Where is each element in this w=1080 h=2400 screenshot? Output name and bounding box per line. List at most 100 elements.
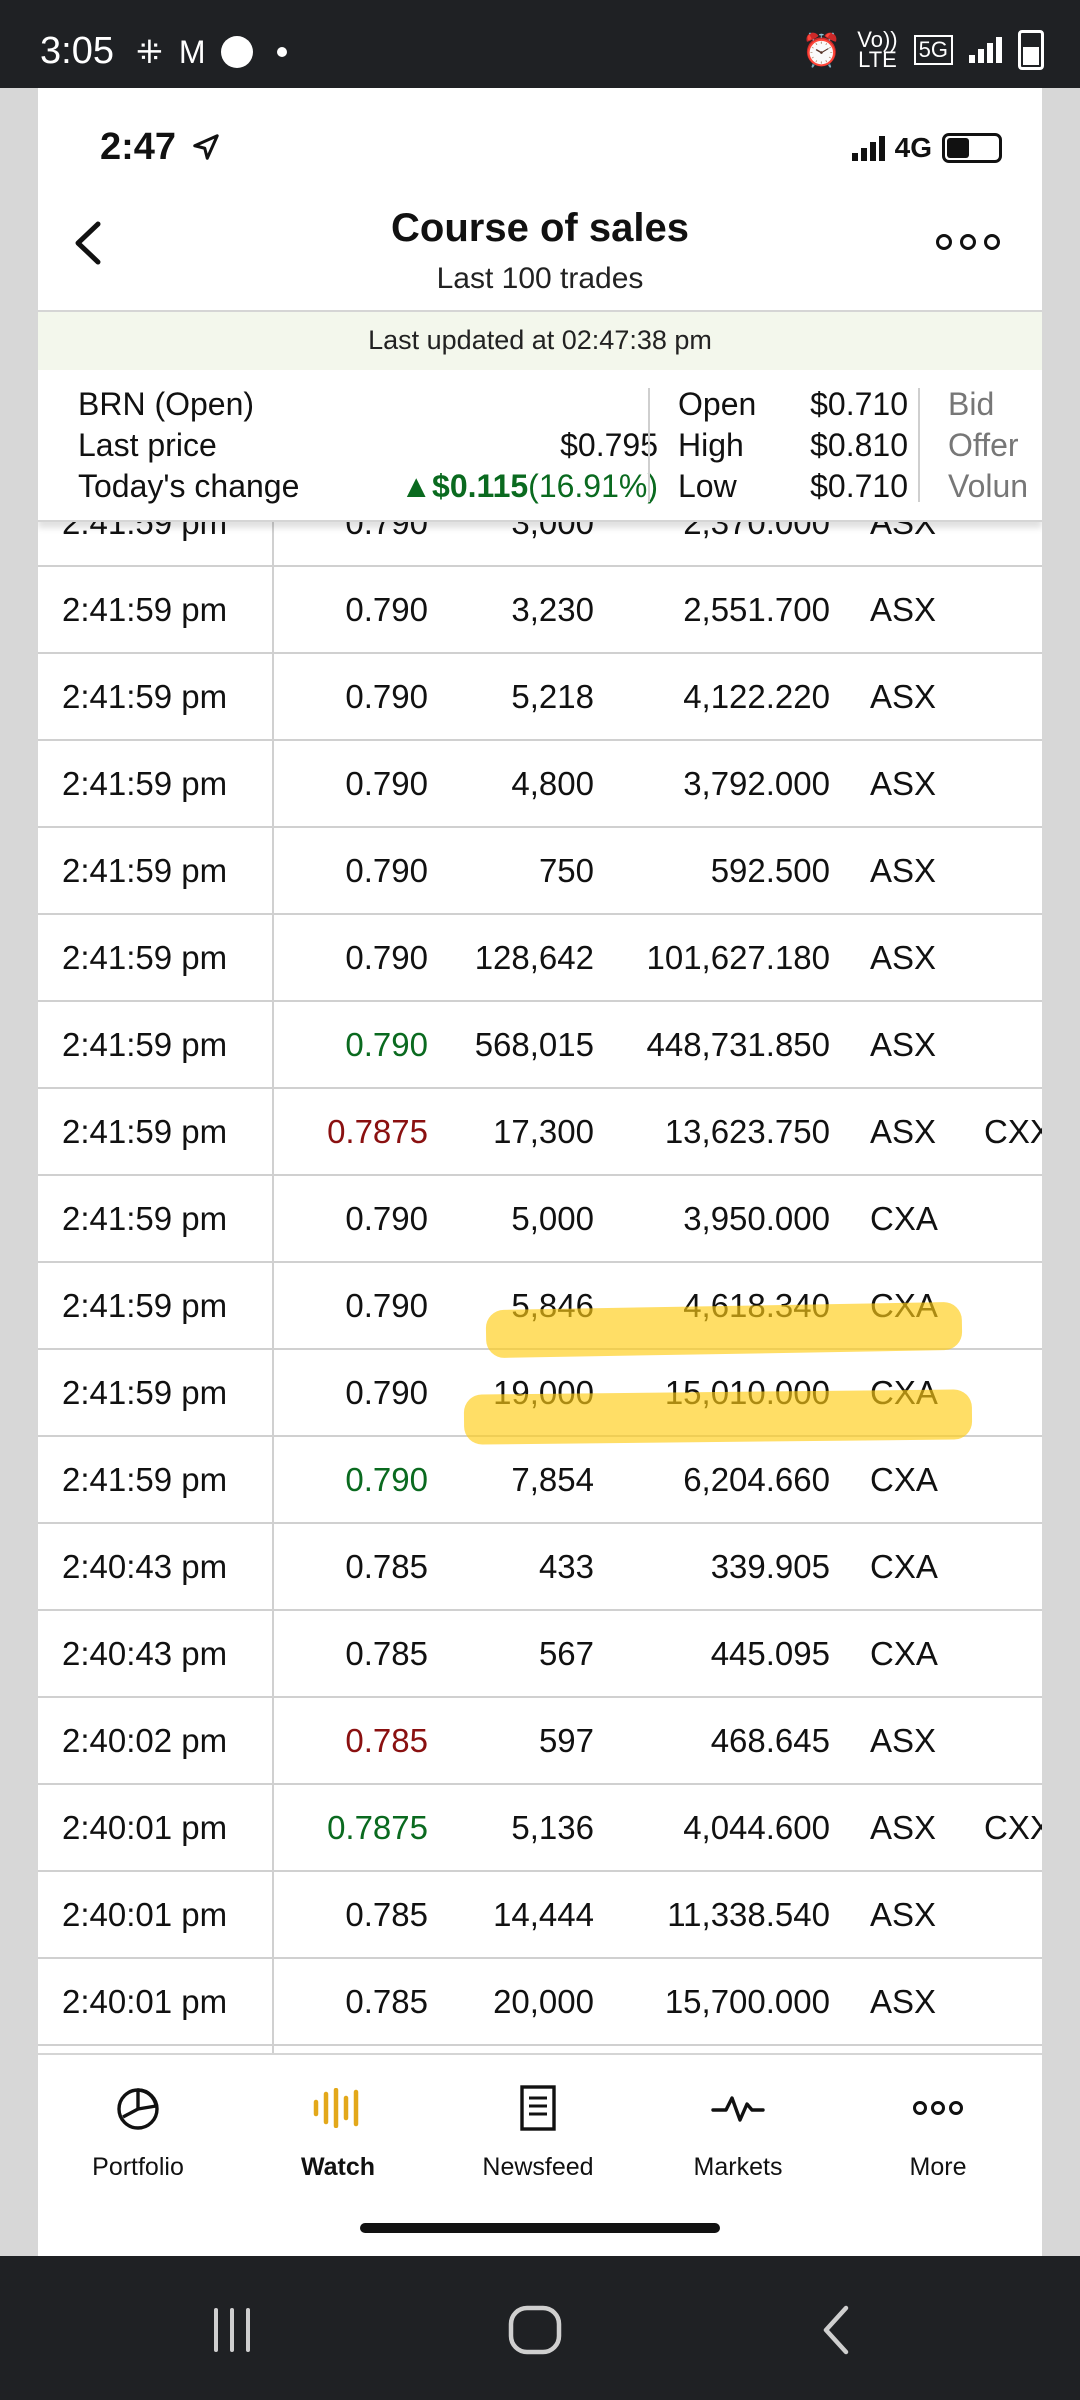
trade-value: 445.095 — [710, 1635, 830, 1672]
trade-value: 4,122.220 — [683, 678, 830, 715]
trade-price: 0.790 — [345, 591, 428, 628]
trade-volume: 4,800 — [511, 765, 594, 802]
trade-market: CXA — [870, 1200, 938, 1237]
ios-clock: 2:47 — [100, 126, 221, 169]
tab-label: More — [909, 2153, 967, 2181]
trade-market: ASX — [870, 1896, 937, 1933]
tab-newsfeed[interactable]: Newsfeed — [438, 2077, 638, 2182]
android-nav-bar — [0, 2256, 1080, 2400]
trade-time: 2:41:59 pm — [62, 765, 228, 802]
quote-summary: BRN (Open) Last price $0.795 Today's cha… — [38, 370, 1042, 522]
trade-time: 2:40:01 pm — [62, 2046, 227, 2053]
tab-markets[interactable]: Markets — [638, 2077, 838, 2182]
bid-label: Bid — [948, 386, 995, 422]
trade-volume: 433 — [538, 1548, 594, 1585]
trades-table[interactable]: 2:41:59 pm 0.790 3,000 2,370.000 ASX 2:41:59 … — [38, 520, 1042, 2053]
notification-icons: ⁜ M — [136, 33, 288, 71]
gmail-icon: M — [178, 33, 206, 70]
trade-volume: 17,300 — [493, 1113, 594, 1150]
home-indicator[interactable] — [360, 2223, 720, 2233]
trade-price: 0.790 — [345, 678, 428, 715]
trade-time: 2:40:01 pm — [62, 1896, 228, 1933]
trade-time: 2:41:59 pm — [62, 939, 228, 976]
change-percent: (16.91%) — [528, 468, 658, 504]
trade-row: 2:40:01 pm 0.785 14,444 11,338.540 ASX — [38, 1872, 1042, 1959]
trade-price: 0.785 — [345, 1635, 428, 1672]
trade-market: ASX — [870, 939, 937, 976]
change-label: Today's change — [78, 468, 300, 504]
trade-value: 592.500 — [710, 852, 830, 889]
grid-notification-icon: ⁜ — [136, 34, 163, 70]
trade-volume: 597 — [538, 1722, 594, 1759]
trade-volume: 7,854 — [511, 1461, 594, 1498]
ios-network-label: 4G — [894, 132, 932, 163]
os-clock: 3:05 — [40, 30, 114, 72]
trade-row: 2:41:59 pm 0.790 4,800 3,792.000 ASX — [38, 741, 1042, 828]
trade-row: 2:41:59 pm 0.790 568,015 448,731.850 ASX — [38, 1002, 1042, 1089]
trade-value: 3,950.000 — [683, 1200, 830, 1237]
trade-volume: 567 — [538, 1635, 594, 1672]
trade-market: ASX — [870, 852, 937, 889]
ios-status-icons: 4G — [851, 132, 1002, 164]
trade-row: 2:40:01 pm 0.7875 5,136 4,044.600 ASX CXX — [38, 1785, 1042, 1872]
back-icon[interactable] — [808, 2300, 868, 2360]
trade-market: ASX — [870, 520, 937, 541]
trade-time: 2:40:43 pm — [62, 1548, 228, 1585]
tab-portfolio[interactable]: Portfolio — [38, 2077, 238, 2182]
highlighter-mark — [485, 1301, 963, 1359]
change-row: Today's change ▲$0.115(16.91%) — [78, 466, 658, 507]
app-notification-icon — [221, 36, 254, 68]
recent-apps-icon[interactable] — [202, 2300, 262, 2360]
tab-watch[interactable]: Watch — [238, 2077, 438, 2182]
trade-row: 2:41:59 pm 0.7875 17,300 13,623.750 ASX CXX — [38, 1089, 1042, 1176]
trade-value: 2,551.700 — [683, 591, 830, 628]
low-label: Low — [678, 468, 737, 504]
trade-price: 0.785 — [345, 1722, 428, 1759]
trade-market: ASX — [870, 678, 937, 715]
trade-time: 2:41:59 pm — [62, 1374, 228, 1411]
volume-label: Volun — [948, 468, 1029, 504]
more-options-icon[interactable] — [936, 234, 1000, 250]
more-icon — [913, 2101, 963, 2115]
trade-value: 15,700.000 — [664, 1983, 830, 2020]
trade-time: 2:41:59 pm — [62, 591, 228, 628]
last-price-row: Last price $0.795 — [78, 425, 658, 466]
trade-price: 0.785 — [345, 1983, 428, 2020]
trade-value: 448,731.850 — [646, 1026, 830, 1063]
ios-signal-icon — [851, 135, 885, 161]
trade-price: 0.785 — [345, 1896, 428, 1933]
trade-time: 2:41:59 pm — [62, 852, 228, 889]
trade-time: 2:41:59 pm — [62, 1026, 228, 1063]
change-value: $0.115 — [432, 468, 529, 504]
lte-label: LTE — [858, 47, 897, 72]
trade-price: 0.790 — [345, 939, 428, 976]
last-updated-banner: Last updated at 02:47:38 pm — [38, 310, 1042, 372]
trade-volume: 20,000 — [493, 1983, 594, 2020]
trade-row: 2:41:59 pm 0.790 7,854 6,204.660 CXA — [38, 1437, 1042, 1524]
android-status-bar: 3:05 ⁜ M ⏰ Vo)) LTE 5G — [0, 0, 1080, 88]
trade-time: 2:41:59 pm — [62, 1461, 228, 1498]
volte-icon: Vo)) LTE — [857, 29, 897, 72]
up-triangle-icon: ▲ — [400, 468, 433, 504]
trade-price: 0.785 — [345, 1548, 428, 1585]
ios-battery-icon — [942, 133, 1002, 163]
trade-market: CXA — [870, 1635, 938, 1672]
offer-label: Offer — [948, 427, 1019, 463]
trade-row: 2:40:43 pm 0.785 433 339.905 CXA — [38, 1524, 1042, 1611]
trade-time: 2:41:59 pm — [62, 520, 228, 541]
summary-divider — [648, 388, 650, 502]
home-icon[interactable] — [505, 2300, 565, 2360]
trade-time: 2:41:59 pm — [62, 1113, 228, 1150]
right-gutter — [1042, 88, 1080, 2256]
trade-volume: 14,444 — [493, 1896, 594, 1933]
5g-icon: 5G — [913, 35, 953, 65]
trade-row: 2:41:59 pm 0.790 5,218 4,122.220 ASX — [38, 654, 1042, 741]
high-label: High — [678, 427, 744, 463]
trade-price: 0.790 — [345, 1026, 428, 1063]
ios-status-bar: 2:47 4G — [38, 88, 1042, 184]
trade-value: 13,623.750 — [664, 1113, 830, 1150]
tab-more[interactable]: More — [838, 2077, 1038, 2182]
app-screen: 2:47 4G Course of sales Last 100 trades … — [38, 88, 1042, 2256]
trade-row: 2:41:59 pm 0.790 3,230 2,551.700 ASX — [38, 567, 1042, 654]
trades-list: 2:41:59 pm 0.790 3,000 2,370.000 ASX 2:41:59 … — [38, 520, 1042, 2053]
